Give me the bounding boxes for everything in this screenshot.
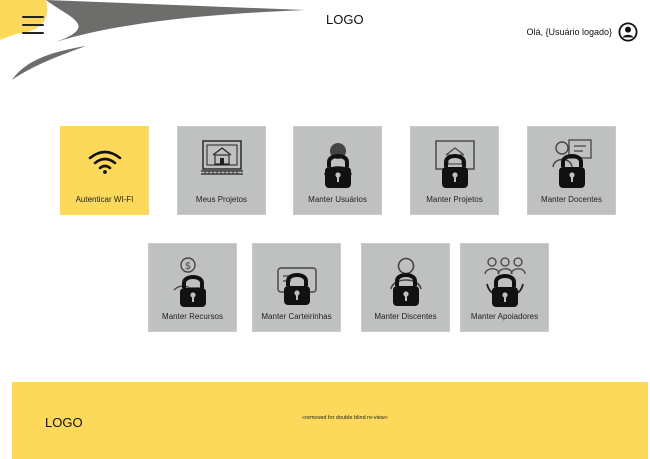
tile-label: Manter Discentes	[374, 312, 437, 321]
lock-icon	[389, 257, 422, 306]
blueprint-icon	[200, 140, 243, 175]
footer-note: «removed for double blind re-view»	[302, 415, 388, 421]
footer: LOGO «removed for double blind re-view»	[12, 382, 648, 459]
tile-manter-carteirinhas[interactable]: Manter Carteirinhas	[252, 243, 341, 332]
header-decoration	[0, 0, 305, 80]
user-greeting: Olá, {Usuário logado}	[526, 27, 612, 37]
tile-manter-discentes[interactable]: Manter Discentes	[361, 243, 450, 332]
header-logo: LOGO	[326, 12, 364, 27]
tile-manter-apoiadores[interactable]: Manter Apoiadores	[460, 243, 549, 332]
footer-logo: LOGO	[45, 415, 83, 430]
svg-text:$: $	[184, 261, 190, 272]
tile-manter-usuarios[interactable]: Manter Usuários	[293, 126, 382, 215]
tile-label: Manter Docentes	[541, 195, 602, 204]
user-circle-icon[interactable]	[618, 22, 638, 42]
tile-manter-projetos[interactable]: Manter Projetos	[410, 126, 499, 215]
lock-icon	[276, 267, 317, 305]
tile-label: Manter Carteirinhas	[261, 312, 332, 321]
tile-label: Manter Projetos	[426, 195, 483, 204]
lock-icon	[551, 139, 592, 188]
tile-label: Autenticar WI-FI	[75, 195, 134, 204]
header: LOGO Olá, {Usuário logado}	[0, 0, 650, 95]
lock-icon	[434, 140, 475, 188]
tile-manter-docentes[interactable]: Manter Docentes	[527, 126, 616, 215]
tile-label: Manter Apoiadores	[470, 312, 539, 321]
wifi-icon	[88, 150, 121, 174]
lock-icon: $	[173, 257, 206, 307]
hamburger-menu-icon[interactable]	[22, 16, 44, 34]
user-menu[interactable]: Olá, {Usuário logado}	[526, 22, 638, 42]
lock-icon	[323, 143, 352, 188]
tile-autenticar-wifi[interactable]: Autenticar WI-FI	[60, 126, 149, 215]
tile-label: Manter Usuários	[308, 195, 367, 204]
tile-label: Meus Projetos	[195, 195, 248, 204]
tile-label: Manter Recursos	[162, 312, 223, 321]
tile-manter-recursos[interactable]: $ Manter Recursos	[148, 243, 237, 332]
tile-meus-projetos[interactable]: Meus Projetos	[177, 126, 266, 215]
lock-icon	[483, 257, 526, 307]
